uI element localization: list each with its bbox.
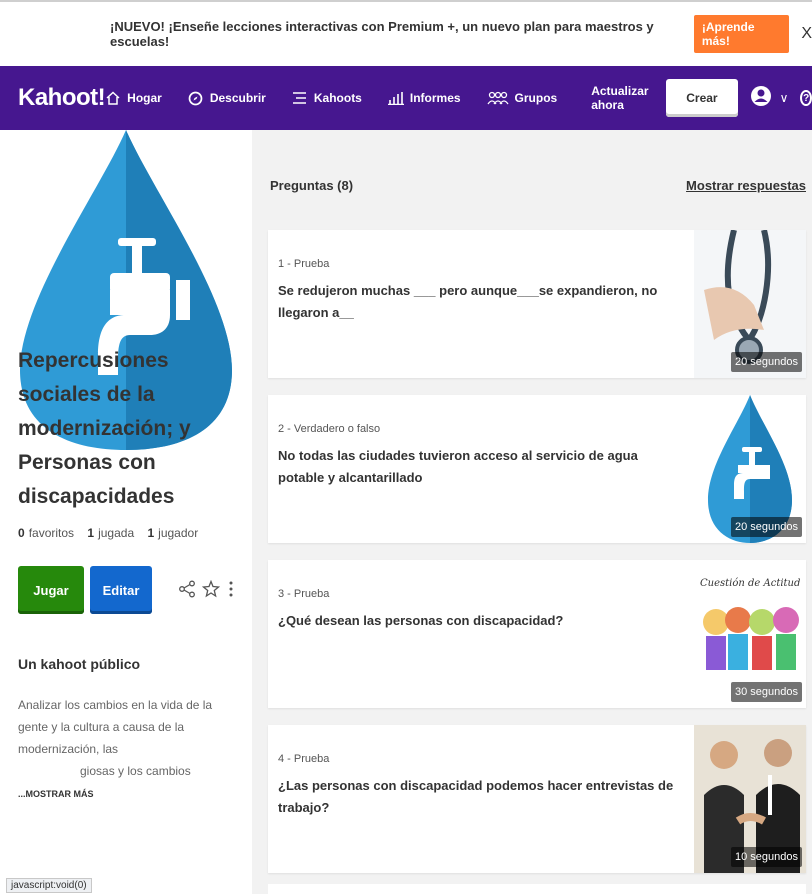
groups-icon: [487, 90, 509, 106]
create-button[interactable]: Crear: [666, 79, 738, 117]
user-menu[interactable]: ∨: [750, 85, 789, 112]
star-icon[interactable]: [201, 579, 221, 603]
time-badge: 30 segundos: [731, 682, 802, 702]
learn-more-button[interactable]: ¡Aprende más!: [693, 15, 790, 53]
plays-count: 1: [87, 526, 95, 540]
upgrade-now-link[interactable]: Actualizar ahora: [591, 84, 650, 112]
question-type: 2 - Verdadero o falso: [278, 423, 381, 435]
nav-item-label: Kahoots: [313, 91, 362, 105]
reports-icon: [387, 90, 404, 106]
question-card[interactable]: 2 - Verdadero o falso No todas las ciuda…: [268, 395, 806, 543]
question-card[interactable]: 4 - Prueba ¿Las personas con discapacida…: [268, 725, 806, 873]
time-badge: 20 segundos: [731, 352, 802, 372]
questions-header: Preguntas (8): [270, 178, 354, 193]
question-card-partial: [268, 884, 806, 894]
show-answers-link[interactable]: Mostrar respuestas: [686, 178, 806, 193]
plays-label: jugada: [98, 526, 135, 540]
kahoot-logo[interactable]: Kahoot!: [18, 84, 106, 112]
kahoot-description: Analizar los cambios en la vida de la ge…: [18, 694, 244, 805]
chevron-down-icon: ∨: [779, 91, 789, 105]
nav-item-label: Descubrir: [209, 91, 266, 105]
list-icon: [292, 90, 308, 106]
nav-item-kahoots[interactable]: Kahoots: [292, 90, 362, 106]
question-type: 4 - Prueba: [278, 753, 330, 765]
favorites-label: favoritos: [28, 526, 75, 540]
nav-item-home[interactable]: Hogar: [105, 90, 162, 106]
kahoot-title: Repercusiones sociales de la modernizaci…: [18, 349, 191, 508]
top-navbar: Kahoot! Hogar Descubrir Kahoots Informes…: [0, 66, 812, 130]
home-icon: [105, 90, 121, 106]
question-text: ¿Las personas con discapacidad podemos h…: [278, 778, 674, 815]
visibility-label: Un kahoot público: [18, 656, 141, 672]
nav-item-label: Informes: [409, 91, 461, 105]
banner-text: ¡NUEVO! ¡Enseñe lecciones interactivas c…: [110, 19, 654, 49]
question-card[interactable]: 3 - Prueba ¿Qué desean las personas con …: [268, 560, 806, 708]
question-thumbnail: 20 segundos: [694, 395, 806, 543]
help-button[interactable]: ?: [800, 90, 812, 106]
edit-button[interactable]: Editar: [90, 566, 152, 614]
share-icon[interactable]: [178, 580, 196, 603]
nav-item-groups[interactable]: Grupos: [487, 90, 558, 106]
question-thumbnail: 10 segundos: [694, 725, 806, 873]
nav-item-label: Grupos: [514, 91, 558, 105]
play-button[interactable]: Jugar: [18, 566, 84, 614]
status-bar-tooltip: javascript:void(0): [6, 878, 92, 893]
question-text: No todas las ciudades tuvieron acceso al…: [278, 448, 638, 485]
question-text: Se redujeron muchas ___ pero aunque___se…: [278, 283, 658, 320]
nav-item-label: Hogar: [127, 91, 162, 105]
banner-close-button[interactable]: X: [801, 25, 812, 43]
question-card[interactable]: 1 - Prueba Se redujeron muchas ___ pero …: [268, 230, 806, 378]
thumbnail-caption: Cuestión de Actitud: [700, 578, 801, 589]
time-badge: 20 segundos: [731, 517, 802, 537]
more-options-icon[interactable]: [228, 580, 234, 603]
description-text: Analizar los cambios en la vida de la ge…: [18, 698, 213, 756]
promo-banner: ¡NUEVO! ¡Enseñe lecciones interactivas c…: [0, 0, 812, 66]
players-label: jugador: [158, 526, 199, 540]
compass-icon: [188, 90, 204, 106]
question-type: 3 - Prueba: [278, 588, 330, 600]
players-count: 1: [147, 526, 155, 540]
question-type: 1 - Prueba: [278, 258, 330, 270]
nav-item-discover[interactable]: Descubrir: [188, 90, 266, 106]
description-text-cont: giosas y los cambios: [80, 764, 191, 778]
time-badge: 10 segundos: [731, 847, 802, 867]
question-text: ¿Qué desean las personas con discapacida…: [278, 613, 564, 628]
kahoot-stats: 0 favoritos 1 jugada 1 jugador: [18, 526, 198, 540]
question-thumbnail: Cuestión de Actitud 30 segundos: [694, 560, 806, 708]
favorites-count: 0: [18, 526, 25, 540]
question-thumbnail: 20 segundos: [694, 230, 806, 378]
show-more-link[interactable]: ...MOSTRAR MÁS: [18, 789, 94, 799]
user-icon: [750, 85, 772, 112]
nav-item-reports[interactable]: Informes: [387, 90, 461, 106]
